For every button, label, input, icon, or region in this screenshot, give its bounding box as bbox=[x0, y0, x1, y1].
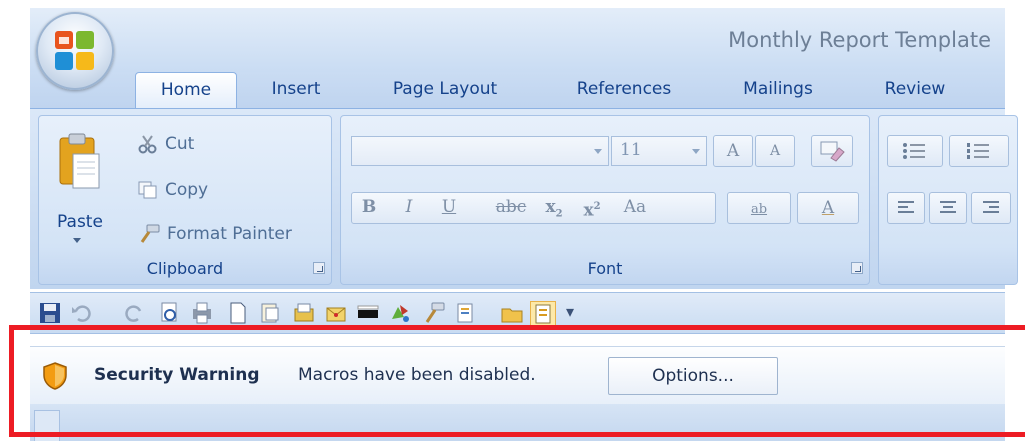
paste-label: Paste bbox=[57, 212, 103, 232]
chevron-down-icon[interactable] bbox=[692, 149, 700, 154]
font-size-value: 11 bbox=[620, 140, 642, 160]
page-icon[interactable] bbox=[258, 301, 282, 325]
qat-customize-button[interactable]: ▾ bbox=[566, 302, 574, 321]
document-area-top bbox=[30, 404, 1005, 441]
grow-font-label: A bbox=[726, 141, 740, 161]
options-button[interactable]: Options... bbox=[608, 357, 778, 395]
envelope-icon[interactable] bbox=[324, 301, 348, 325]
new-document-icon[interactable] bbox=[226, 301, 250, 325]
bold-label: B bbox=[361, 197, 377, 217]
clear-formatting-icon bbox=[820, 141, 845, 162]
clear-formatting-button[interactable] bbox=[811, 135, 853, 167]
paragraph-group bbox=[878, 115, 1018, 285]
attach-icon[interactable] bbox=[292, 301, 316, 325]
italic-label: I bbox=[405, 197, 413, 217]
change-case-label: Aa bbox=[623, 197, 647, 217]
align-right-icon bbox=[983, 201, 999, 213]
bullets-button[interactable] bbox=[887, 135, 943, 167]
clipboard-group: Paste Cut Copy Format Painter Clipboard bbox=[38, 115, 332, 285]
align-left-button[interactable] bbox=[887, 192, 925, 224]
format-painter-button[interactable]: Format Painter bbox=[137, 220, 292, 248]
numbering-icon bbox=[967, 143, 989, 159]
subscript-button[interactable]: x2 bbox=[537, 192, 571, 224]
security-warning-title: Security Warning bbox=[94, 365, 260, 385]
ruler-tab-selector[interactable] bbox=[34, 410, 60, 441]
text-highlight-button[interactable]: ab bbox=[727, 192, 791, 224]
cut-button[interactable]: Cut bbox=[137, 130, 194, 158]
paste-button[interactable]: Paste bbox=[51, 130, 109, 250]
folder-icon[interactable] bbox=[500, 301, 524, 325]
clipboard-dialog-launcher[interactable] bbox=[313, 262, 325, 274]
strikethrough-label: abc bbox=[495, 197, 527, 217]
security-message-bar: Security Warning Macros have been disabl… bbox=[30, 346, 1005, 405]
tab-home[interactable]: Home bbox=[135, 72, 237, 108]
chevron-down-icon[interactable] bbox=[594, 149, 602, 154]
quick-access-toolbar: ▾ bbox=[30, 292, 1005, 334]
line-icon[interactable] bbox=[356, 301, 380, 325]
redo-icon[interactable] bbox=[122, 301, 146, 325]
format-painter-icon[interactable] bbox=[422, 301, 446, 325]
font-color-label: A bbox=[821, 198, 835, 218]
format-painter-label: Format Painter bbox=[167, 224, 292, 244]
text-highlight-label: ab bbox=[750, 202, 768, 217]
print-preview-icon[interactable] bbox=[158, 301, 182, 325]
print-icon[interactable] bbox=[190, 301, 214, 325]
font-group-label: Font bbox=[587, 259, 623, 278]
font-size-combo[interactable]: 11 bbox=[611, 136, 707, 166]
align-left-icon bbox=[898, 201, 914, 213]
underline-label: U bbox=[441, 197, 457, 217]
paste-icon bbox=[59, 133, 100, 189]
title-bar: Monthly Report Template bbox=[30, 8, 1005, 72]
font-dialog-launcher[interactable] bbox=[851, 262, 863, 274]
security-warning-message: Macros have been disabled. bbox=[298, 365, 536, 385]
strikethrough-button[interactable]: abc bbox=[489, 192, 533, 224]
change-case-button[interactable]: Aa bbox=[613, 192, 657, 224]
subscript-label: x bbox=[545, 197, 556, 217]
paste-dropdown-arrow[interactable] bbox=[73, 238, 81, 243]
superscript-button[interactable]: x2 bbox=[575, 192, 609, 224]
tab-page-layout[interactable]: Page Layout bbox=[375, 72, 515, 108]
office-logo-icon bbox=[55, 31, 94, 70]
italic-button[interactable]: I bbox=[393, 192, 425, 224]
tab-mailings[interactable]: Mailings bbox=[730, 72, 826, 108]
office-button[interactable] bbox=[36, 12, 114, 90]
bullets-icon bbox=[903, 143, 925, 159]
cut-label: Cut bbox=[165, 134, 195, 154]
ribbon: Paste Cut Copy Format Painter Clipboard … bbox=[30, 108, 1018, 289]
grow-font-button[interactable]: A bbox=[713, 135, 753, 167]
font-name-combo[interactable] bbox=[351, 136, 609, 166]
align-center-button[interactable] bbox=[929, 192, 967, 224]
font-group: 11 A A B I U abc x2 x2 Aa ab A Font bbox=[340, 115, 870, 285]
format-painter-icon bbox=[140, 224, 160, 243]
shrink-font-button[interactable]: A bbox=[755, 135, 795, 167]
shrink-font-label: A bbox=[769, 143, 781, 159]
shield-icon bbox=[43, 362, 67, 390]
word-window: Monthly Report Template Home Insert Page… bbox=[0, 0, 1025, 441]
shapes-icon[interactable] bbox=[388, 301, 412, 325]
numbering-button[interactable] bbox=[949, 135, 1009, 167]
tab-insert[interactable]: Insert bbox=[255, 72, 337, 108]
document-map-icon[interactable] bbox=[530, 301, 556, 327]
clipboard-group-label: Clipboard bbox=[146, 259, 224, 278]
copy-label: Copy bbox=[165, 180, 209, 200]
ribbon-tabs: Home Insert Page Layout References Maili… bbox=[30, 72, 1005, 108]
copy-icon bbox=[138, 181, 157, 199]
superscript-label: x bbox=[583, 200, 594, 221]
tab-references[interactable]: References bbox=[560, 72, 688, 108]
save-icon[interactable] bbox=[38, 301, 62, 325]
underline-button[interactable]: U bbox=[433, 192, 465, 224]
scissors-icon bbox=[138, 135, 157, 154]
copy-button[interactable]: Copy bbox=[137, 176, 208, 204]
tab-review[interactable]: Review bbox=[875, 72, 955, 108]
undo-icon[interactable] bbox=[70, 301, 94, 325]
bold-button[interactable]: B bbox=[353, 192, 385, 224]
window-title: Monthly Report Template bbox=[728, 28, 991, 52]
align-right-button[interactable] bbox=[971, 192, 1011, 224]
font-color-button[interactable]: A bbox=[797, 192, 859, 224]
list-icon[interactable] bbox=[454, 301, 478, 325]
align-center-icon bbox=[940, 201, 956, 213]
